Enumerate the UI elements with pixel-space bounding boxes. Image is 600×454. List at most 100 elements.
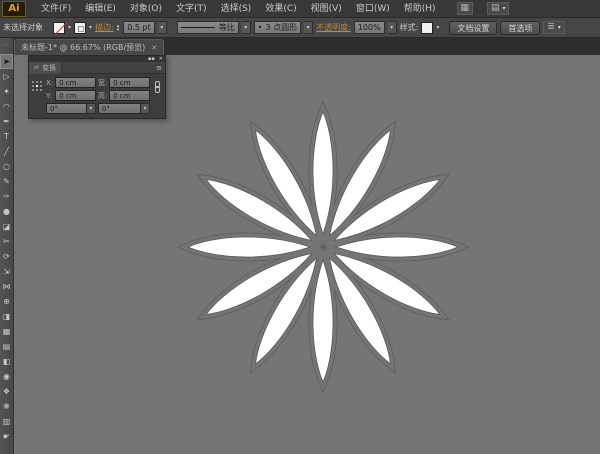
document-tab[interactable]: 未标题-1* @ 66.67% (RGB/预览) ✕: [14, 39, 164, 55]
brush-dropdown[interactable]: ▾: [304, 21, 313, 34]
profile-dropdown[interactable]: ▾: [242, 21, 251, 34]
panel-menu-icon[interactable]: ≡: [156, 64, 165, 72]
width-tool[interactable]: ⋈: [0, 279, 13, 294]
menubar-right-icons: ▦ ▤ ▾: [457, 2, 510, 15]
free-transform-tool[interactable]: ⊕: [0, 294, 13, 309]
rotate-field[interactable]: 0°: [46, 103, 87, 114]
rotate-combo[interactable]: 0° ▾: [46, 103, 96, 114]
menu-item-8[interactable]: 帮助(H): [397, 0, 443, 18]
transform-panel-body: X: 0 cm 宽: 0 cm Y: 0 cm 高: 0 cm 0° ▾: [29, 74, 165, 118]
blob-brush-tool[interactable]: ●: [0, 204, 13, 219]
width-field[interactable]: 0 cm: [109, 77, 150, 88]
column-graph-tool[interactable]: ▥: [0, 414, 13, 429]
rotate-dropdown[interactable]: ▾: [87, 103, 96, 114]
control-bar: 未选择对象 ▾ ▾ 描边: ▴▾ 0.5 pt▾ 等比▾ •3 点圆形▾ 不透明…: [0, 18, 600, 38]
shear-dropdown[interactable]: ▾: [141, 103, 150, 114]
stroke-width-field[interactable]: 0.5 pt: [123, 21, 154, 34]
selection-tool[interactable]: ➤: [0, 54, 13, 69]
blend-tool[interactable]: ❖: [0, 384, 13, 399]
eraser-tool[interactable]: ◪: [0, 219, 13, 234]
toolbar-grip[interactable]: ⁘: [0, 38, 13, 54]
constrain-proportions-icon[interactable]: [153, 81, 162, 97]
hand-tool[interactable]: ☛: [0, 429, 13, 444]
chevron-down-icon: ▾: [89, 105, 92, 112]
menu-item-2[interactable]: 对象(O): [123, 0, 169, 18]
pencil-tool[interactable]: ✎: [0, 174, 13, 189]
style-label: 样式:: [400, 22, 419, 33]
transform-panel-header: ⇄ 变换 ≡: [29, 62, 165, 74]
chevron-down-icon: ▾: [160, 24, 163, 31]
document-setup-button[interactable]: 文档设置: [449, 21, 497, 35]
close-panel-icon[interactable]: ✕: [159, 57, 163, 62]
workspace-switcher-icon[interactable]: ▤ ▾: [487, 2, 509, 15]
brush-dot-icon: •: [258, 22, 263, 34]
opacity-dropdown[interactable]: ▾: [388, 21, 397, 34]
document-tab-title: 未标题-1* @ 66.67% (RGB/预览): [21, 42, 145, 53]
control-panel-menu-icon[interactable]: ≣ ▾: [543, 21, 564, 34]
shear-combo[interactable]: 0° ▾: [98, 103, 150, 114]
profile-line-icon: [181, 27, 215, 28]
brush-definition-field[interactable]: •3 点圆形: [254, 21, 301, 34]
stroke-color-swatch[interactable]: [74, 22, 86, 34]
fill-dropdown-icon[interactable]: ▾: [68, 24, 71, 31]
opacity-field[interactable]: 100%: [354, 21, 385, 34]
scissors-tool[interactable]: ✂: [0, 234, 13, 249]
chevron-down-icon: ▾: [143, 105, 146, 112]
shape-builder-tool[interactable]: ◨: [0, 309, 13, 324]
menu-item-4[interactable]: 选择(S): [214, 0, 259, 18]
style-dropdown-icon[interactable]: ▾: [436, 24, 439, 31]
y-field[interactable]: 0 cm: [55, 90, 96, 101]
y-label: Y:: [46, 92, 53, 100]
menu-items: 文件(F)编辑(E)对象(O)文字(T)选择(S)效果(C)视图(V)窗口(W)…: [34, 0, 443, 18]
menu-item-5[interactable]: 效果(C): [258, 0, 303, 18]
height-field[interactable]: 0 cm: [109, 90, 150, 101]
shear-field[interactable]: 0°: [98, 103, 141, 114]
bridge-icon[interactable]: ▦: [457, 2, 474, 15]
rotate-tool[interactable]: ⟳: [0, 249, 13, 264]
menu-item-7[interactable]: 窗口(W): [349, 0, 397, 18]
mesh-tool[interactable]: ▤: [0, 339, 13, 354]
profile-label: 等比: [219, 22, 235, 34]
menu-item-0[interactable]: 文件(F): [34, 0, 78, 18]
fill-color-swatch[interactable]: [53, 22, 65, 34]
paintbrush-tool[interactable]: ✑: [0, 189, 13, 204]
stroke-profile-field[interactable]: 等比: [177, 21, 239, 34]
line-segment-tool[interactable]: ╱: [0, 144, 13, 159]
x-field[interactable]: 0 cm: [55, 77, 96, 88]
collapse-panel-icon[interactable]: ▪▪: [148, 57, 155, 62]
style-swatch[interactable]: [421, 22, 433, 34]
menu-item-1[interactable]: 编辑(E): [78, 0, 123, 18]
type-tool[interactable]: T: [0, 129, 13, 144]
tools-panel: ⁘ ➤▷✦◠✒T╱○✎✑●◪✂⟳⇲⋈⊕◨▦▤◧◉❖❋▥☛: [0, 38, 14, 454]
direct-selection-tool[interactable]: ▷: [0, 69, 13, 84]
stroke-dropdown-icon[interactable]: ▾: [89, 24, 92, 31]
gradient-tool[interactable]: ◧: [0, 354, 13, 369]
lasso-tool[interactable]: ◠: [0, 99, 13, 114]
preferences-button[interactable]: 首选项: [500, 21, 540, 35]
transform-panel-tab[interactable]: ⇄ 变换: [29, 62, 62, 74]
reference-point-locator[interactable]: [32, 81, 43, 92]
x-label: X:: [46, 79, 53, 87]
stroke-width-stepper[interactable]: ▴▾: [117, 24, 120, 32]
toolbar-tools: ➤▷✦◠✒T╱○✎✑●◪✂⟳⇲⋈⊕◨▦▤◧◉❖❋▥☛: [0, 54, 13, 444]
menu-item-3[interactable]: 文字(T): [169, 0, 214, 18]
illustrator-window: Ai 文件(F)编辑(E)对象(O)文字(T)选择(S)效果(C)视图(V)窗口…: [0, 0, 600, 454]
perspective-grid-tool[interactable]: ▦: [0, 324, 13, 339]
pen-tool[interactable]: ✒: [0, 114, 13, 129]
transform-tab-icon: ⇄: [34, 64, 39, 71]
scale-tool[interactable]: ⇲: [0, 264, 13, 279]
stroke-width-dropdown[interactable]: ▾: [158, 21, 167, 34]
magic-wand-tool[interactable]: ✦: [0, 84, 13, 99]
stroke-panel-link[interactable]: 描边:: [95, 22, 114, 33]
chevron-down-icon: ▾: [502, 5, 505, 12]
opacity-panel-link[interactable]: 不透明度:: [316, 22, 351, 33]
symbol-sprayer-tool[interactable]: ❋: [0, 399, 13, 414]
ellipse-tool[interactable]: ○: [0, 159, 13, 174]
eyedropper-tool[interactable]: ◉: [0, 369, 13, 384]
menu-bar: Ai 文件(F)编辑(E)对象(O)文字(T)选择(S)效果(C)视图(V)窗口…: [0, 0, 600, 18]
transform-panel-title: 变换: [42, 63, 56, 73]
canvas-area[interactable]: ▪▪ ✕ ⇄ 变换 ≡: [14, 55, 600, 454]
stepper-down-icon[interactable]: ▾: [117, 28, 120, 32]
menu-item-6[interactable]: 视图(V): [304, 0, 349, 18]
close-icon[interactable]: ✕: [151, 44, 157, 52]
